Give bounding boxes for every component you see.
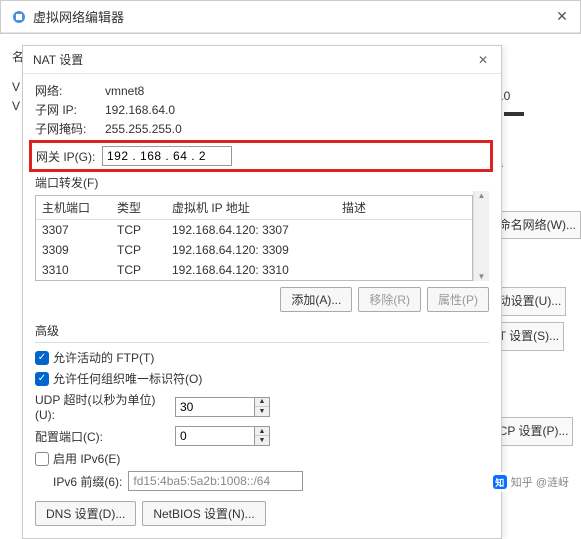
- fragment-bar: [504, 112, 524, 116]
- cell-vm-ip: 192.168.64.120: 3309: [166, 240, 336, 260]
- app-icon: [11, 9, 27, 25]
- gateway-ip-input[interactable]: [102, 146, 232, 166]
- outer-window: 虚拟网络编辑器 ✕: [0, 0, 581, 34]
- ip-fragment: 7.0: [494, 85, 581, 108]
- gateway-highlight: 网关 IP(G):: [29, 140, 493, 172]
- allow-ftp-checkbox[interactable]: ✓: [35, 351, 49, 365]
- zhihu-logo-icon: 知: [493, 475, 507, 489]
- add-button[interactable]: 添加(A)...: [280, 287, 352, 312]
- subnet-mask-value: 255.255.255.0: [105, 122, 182, 136]
- nat-settings-button[interactable]: T 设置(S)...: [494, 322, 564, 351]
- udp-spin-down-icon[interactable]: ▼: [255, 407, 269, 416]
- remove-button[interactable]: 移除(R): [358, 287, 421, 312]
- outer-close-icon[interactable]: ✕: [554, 9, 570, 25]
- cell-desc: [336, 240, 472, 260]
- port-spin-up-icon[interactable]: ▲: [255, 427, 269, 436]
- ipv6-prefix-label: IPv6 前缀(6):: [53, 473, 122, 490]
- cell-type: TCP: [111, 240, 166, 260]
- outer-titlebar: 虚拟网络编辑器 ✕: [1, 1, 580, 33]
- advanced-title: 高级: [35, 322, 489, 339]
- cell-type: TCP: [111, 260, 166, 280]
- col-type[interactable]: 类型: [111, 196, 166, 219]
- udp-spin-up-icon[interactable]: ▲: [255, 398, 269, 407]
- properties-button[interactable]: 属性(P): [427, 287, 489, 312]
- network-value: vmnet8: [105, 84, 144, 98]
- udp-timeout-input[interactable]: [175, 397, 255, 417]
- subnet-ip-label: 子网 IP:: [35, 101, 105, 118]
- subnet-mask-label: 子网掩码:: [35, 120, 105, 137]
- table-row[interactable]: 3307TCP192.168.64.120: 3307: [36, 220, 472, 240]
- enable-ipv6-checkbox[interactable]: [35, 452, 49, 466]
- background-right-fragments: 7.0 la 命名网络(W)... 动设置(U)... T 设置(S)... C…: [494, 60, 581, 446]
- col-desc[interactable]: 描述: [336, 196, 472, 219]
- fragment-la: la: [494, 152, 581, 175]
- subnet-ip-value: 192.168.64.0: [105, 103, 175, 117]
- gateway-label: 网关 IP(G):: [36, 148, 102, 165]
- nat-settings-dialog: NAT 设置 ✕ 网络: vmnet8 子网 IP: 192.168.64.0 …: [22, 45, 502, 539]
- table-row[interactable]: 3309TCP192.168.64.120: 3309: [36, 240, 472, 260]
- udp-timeout-label: UDP 超时(以秒为单位)(U):: [35, 391, 175, 422]
- port-spin-down-icon[interactable]: ▼: [255, 436, 269, 445]
- dhcp-settings-button[interactable]: CP 设置(P)...: [494, 417, 574, 446]
- netbios-settings-button[interactable]: NetBIOS 设置(N)...: [142, 501, 265, 526]
- watermark: 知 知乎 @涟岈: [489, 472, 573, 492]
- port-forward-label: 端口转发(F): [35, 174, 489, 191]
- col-host-port[interactable]: 主机端口: [36, 196, 111, 219]
- auto-settings-button[interactable]: 动设置(U)...: [494, 287, 567, 316]
- network-label: 网络:: [35, 82, 105, 99]
- cell-desc: [336, 220, 472, 240]
- cell-host-port: 3309: [36, 240, 111, 260]
- config-port-input[interactable]: [175, 426, 255, 446]
- dialog-close-icon[interactable]: ✕: [475, 52, 491, 68]
- table-scrollbar[interactable]: ▲▼: [473, 191, 489, 281]
- watermark-text: 知乎 @涟岈: [511, 474, 569, 490]
- cell-host-port: 3307: [36, 220, 111, 240]
- dns-settings-button[interactable]: DNS 设置(D)...: [35, 501, 136, 526]
- config-port-label: 配置端口(C):: [35, 428, 175, 445]
- table-row[interactable]: 3310TCP192.168.64.120: 3310: [36, 260, 472, 280]
- allow-ftp-label: 允许活动的 FTP(T): [53, 349, 154, 366]
- cell-type: TCP: [111, 220, 166, 240]
- cell-desc: [336, 260, 472, 280]
- dialog-titlebar: NAT 设置 ✕: [23, 46, 501, 74]
- allow-oui-label: 允许任何组织唯一标识符(O): [53, 370, 202, 387]
- enable-ipv6-label: 启用 IPv6(E): [53, 450, 120, 467]
- cell-host-port: 3310: [36, 260, 111, 280]
- dialog-title: NAT 设置: [33, 51, 475, 68]
- port-forward-table: 主机端口 类型 虚拟机 IP 地址 描述 3307TCP192.168.64.1…: [35, 195, 473, 281]
- cell-vm-ip: 192.168.64.120: 3307: [166, 220, 336, 240]
- background-fragment: V V: [12, 78, 20, 116]
- cell-vm-ip: 192.168.64.120: 3310: [166, 260, 336, 280]
- ipv6-prefix-input[interactable]: [128, 471, 303, 491]
- allow-oui-checkbox[interactable]: ✓: [35, 372, 49, 386]
- col-vm-ip[interactable]: 虚拟机 IP 地址: [166, 196, 336, 219]
- outer-title: 虚拟网络编辑器: [33, 7, 554, 26]
- rename-network-button[interactable]: 命名网络(W)...: [494, 211, 581, 240]
